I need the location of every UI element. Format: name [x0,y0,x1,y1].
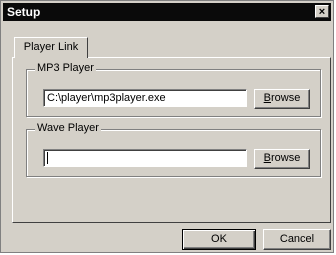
text-caret [47,152,48,165]
cancel-button[interactable]: Cancel [263,229,331,250]
wave-player-group: Wave Player Browse [26,122,321,177]
tab-player-link[interactable]: Player Link [14,37,88,58]
wave-browse-button[interactable]: Browse [254,149,310,169]
ok-button-label: OK [211,233,227,245]
mp3-player-group-label: MP3 Player [35,62,96,74]
wave-browse-label: Browse [263,152,301,164]
tab-player-link-label: Player Link [23,41,79,53]
mp3-player-path-value: C:\player\mp3player.exe [47,92,166,104]
tab-panel: MP3 Player C:\player\mp3player.exe Brows… [12,57,331,223]
title-bar: Setup × [3,3,331,21]
mp3-player-group: MP3 Player C:\player\mp3player.exe Brows… [26,62,321,117]
setup-dialog: Setup × Player Link MP3 Player C:\player… [0,0,334,253]
mp3-browse-label: Browse [263,92,301,104]
close-icon[interactable]: × [315,5,329,18]
cancel-button-label: Cancel [279,233,315,245]
wave-player-group-label: Wave Player [35,122,101,134]
window-title: Setup [7,5,41,19]
ok-button[interactable]: OK [182,229,256,250]
mp3-browse-button[interactable]: Browse [254,89,310,109]
mp3-player-path-input[interactable]: C:\player\mp3player.exe [43,89,247,107]
wave-player-path-input[interactable] [43,149,247,167]
